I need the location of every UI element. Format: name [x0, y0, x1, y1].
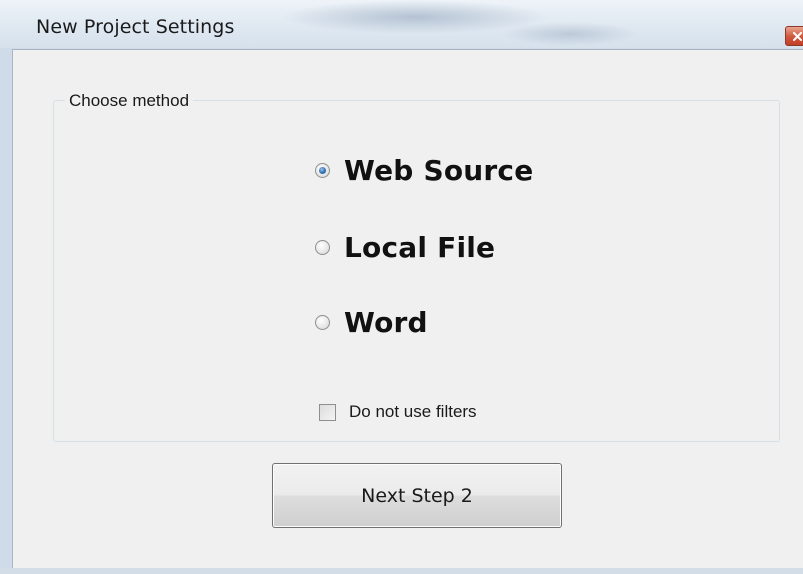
checkbox-label: Do not use filters — [349, 402, 477, 421]
radio-button-icon[interactable] — [315, 315, 330, 330]
window-bottom-border — [0, 568, 803, 574]
checkbox-box[interactable] — [319, 403, 336, 421]
radio-button-icon[interactable] — [315, 163, 330, 178]
method-groupbox — [53, 100, 780, 442]
close-x-icon — [793, 31, 802, 41]
radio-label: Word — [344, 306, 428, 339]
do-not-use-filters-checkbox[interactable]: Do not use filters — [319, 402, 477, 422]
radio-web-source[interactable]: Web Source — [315, 154, 533, 187]
radio-button-icon[interactable] — [315, 240, 330, 255]
dialog-window: New Project Settings Choose method Web S… — [0, 0, 803, 574]
radio-local-file[interactable]: Local File — [315, 231, 495, 264]
radio-word[interactable]: Word — [315, 306, 428, 339]
title-bar-glow — [500, 22, 640, 46]
title-bar[interactable]: New Project Settings — [0, 0, 803, 48]
next-step-button[interactable]: Next Step 2 — [272, 463, 562, 528]
dialog-body: Choose method Web Source Local File Word… — [12, 49, 803, 570]
radio-label: Web Source — [344, 154, 534, 187]
radio-label: Local File — [344, 231, 496, 264]
window-title: New Project Settings — [36, 16, 235, 38]
close-button[interactable] — [785, 26, 803, 46]
group-label: Choose method — [65, 91, 194, 111]
